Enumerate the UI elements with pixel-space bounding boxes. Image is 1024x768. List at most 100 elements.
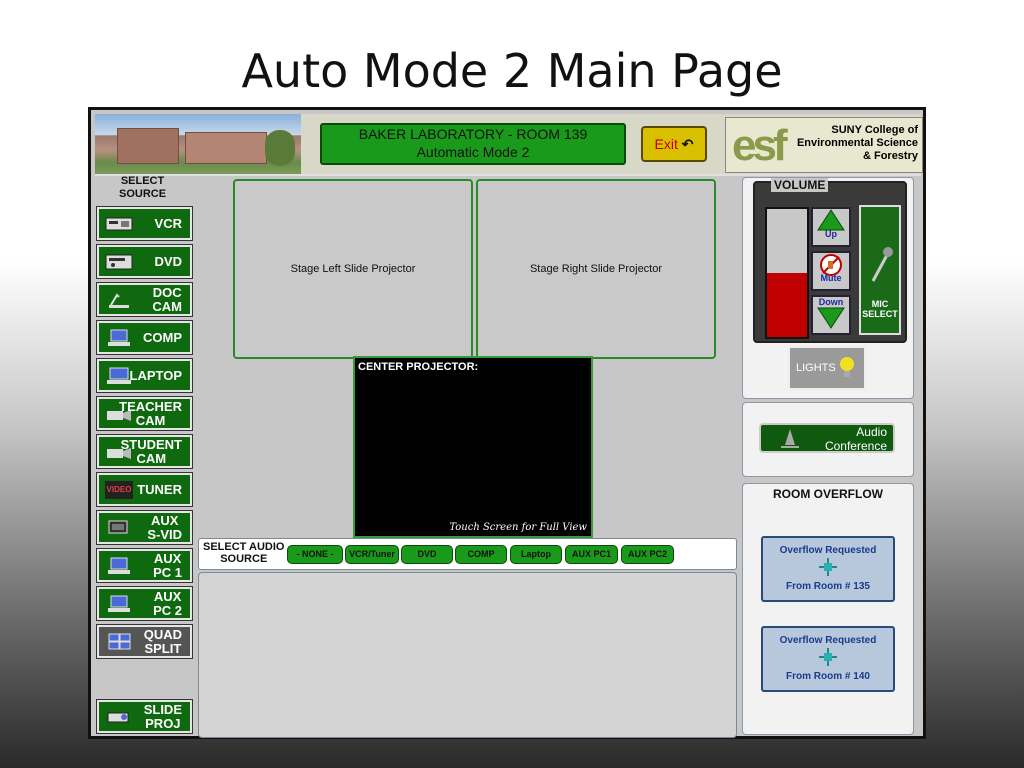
audio-button-aux-pc2[interactable]: AUX PC2 [621,545,674,564]
logo-mark: esf [732,121,788,170]
stage-right-projector[interactable]: Stage Right Slide Projector [476,179,716,359]
overflow-from-room: From Room # 135 [786,581,870,592]
source-button-doc-cam[interactable]: DOC CAM [96,282,193,317]
overflow-status: Overflow Requested [779,545,877,556]
computer-icon [108,329,130,346]
logo-line-3: & Forestry [862,150,918,162]
slide-proj-label-1: SLIDE [143,701,182,717]
quad-split-label-1: QUAD [143,626,182,642]
center-projector-label: CENTER PROJECTOR: [358,361,479,373]
mute-button[interactable]: Mute [811,251,851,291]
stage-left-label: Stage Left Slide Projector [290,263,416,275]
down-label: Down [818,297,844,307]
audio-button-dvd[interactable]: DVD [401,545,453,564]
overflow-request-140[interactable]: Overflow Requested From Room # 140 [761,626,895,692]
aux-pc2-label-2: PC 2 [153,602,182,618]
student-cam-label-2: CAM [136,450,167,466]
aux-pc1-label-2: PC 1 [153,564,182,580]
volume-level-fill [767,273,807,337]
student-cam-label-1: STUDENT [120,436,182,452]
overflow-request-135[interactable]: Overflow Requested From Room # 135 [761,536,895,602]
vcr-label: VCR [154,215,182,231]
mode-name: Automatic Mode 2 [416,144,530,160]
mic-label-1: MIC [871,299,889,309]
vcr-icon [105,217,133,231]
lights-button[interactable]: LIGHTS [788,346,866,390]
source-button-student-cam[interactable]: STUDENT CAM [96,434,193,469]
aux-pc1-label-1: AUX [153,550,182,566]
aux-pc2-label-1: AUX [153,588,182,604]
source-button-tuner[interactable]: VIDEO TUNER [96,472,193,507]
computer-icon [108,557,130,574]
teacher-cam-label-1: TEACHER [119,398,182,414]
overflow-from-room: From Room # 140 [786,671,870,682]
source-button-dvd[interactable]: DVD [96,244,193,279]
source-button-aux-pc1[interactable]: AUX PC 1 [96,548,193,583]
lights-label: LIGHTS [796,362,836,374]
return-arrow-icon: ↶ [681,136,694,152]
audio-button-aux-pc1[interactable]: AUX PC1 [565,545,618,564]
slide-title: Auto Mode 2 Main Page [241,44,783,98]
aux-svid-label-2: S-VID [147,526,182,542]
audio-button-vcr-tuner[interactable]: VCR/Tuner [345,545,399,564]
teacher-cam-label-2: CAM [135,412,166,428]
exit-button[interactable]: Exit ↶ [641,126,707,162]
room-overflow-title: ROOM OVERFLOW [773,487,883,501]
audio-source-bar: SELECT AUDIO SOURCE - NONE - VCR/Tuner D… [198,538,737,570]
tuner-label: TUNER [137,481,182,497]
network-icon [819,558,837,576]
source-button-comp[interactable]: COMP [96,320,193,355]
audio-conference-button[interactable]: Audio Conference [759,423,895,453]
volume-title: VOLUME [771,178,829,192]
svid-icon [108,520,128,534]
source-button-quad-split[interactable]: QUAD SPLIT [96,624,193,659]
mic-select-button[interactable]: MIC SELECT [859,205,901,335]
source-button-laptop[interactable]: LAPTOP [96,358,193,393]
comp-label: COMP [143,329,182,345]
header-bar: BAKER LABORATORY - ROOM 139 Automatic Mo… [95,114,923,176]
center-projector[interactable]: CENTER PROJECTOR: Touch Screen for Full … [353,356,593,538]
down-arrow-icon [817,307,845,329]
volume-meter [765,207,809,339]
source-button-aux-svid[interactable]: AUX S-VID [96,510,193,545]
audio-button-comp[interactable]: COMP [455,545,507,564]
source-button-aux-pc2[interactable]: AUX PC 2 [96,586,193,621]
content-area [198,572,737,738]
video-icon: VIDEO [105,481,133,499]
volume-down-button[interactable]: Down [811,295,851,335]
room-title: BAKER LABORATORY - ROOM 139 Automatic Mo… [320,123,626,165]
overflow-status: Overflow Requested [779,635,877,646]
computer-icon [108,595,130,612]
select-source-label: SELECT SOURCE [119,175,167,200]
network-icon [819,648,837,666]
volume-up-button[interactable]: Up [811,207,851,247]
dvd-icon [105,254,133,270]
light-bulb-icon [839,357,854,378]
volume-frame: Up Mute Down MIC SELECT [753,181,907,343]
audio-button-none[interactable]: - NONE - [287,545,343,564]
logo-line-2: Environmental Science [796,137,918,149]
dvd-label: DVD [154,253,182,269]
source-button-slide-proj[interactable]: SLIDE PROJ [96,699,193,734]
stage-right-label: Stage Right Slide Projector [529,263,663,275]
quad-split-icon [108,633,131,650]
full-view-hint: Touch Screen for Full View [449,522,587,533]
doc-cam-icon [109,293,129,308]
control-panel: BAKER LABORATORY - ROOM 139 Automatic Mo… [88,107,926,739]
source-button-teacher-cam[interactable]: TEACHER CAM [96,396,193,431]
doc-cam-label-2: CAM [152,298,182,314]
audio-conference-panel: Audio Conference [742,402,914,477]
source-button-vcr[interactable]: VCR [96,206,193,241]
conference-phone-icon [781,429,799,448]
building-photo [95,114,301,174]
audio-button-laptop[interactable]: Laptop [510,545,562,564]
stage-left-projector[interactable]: Stage Left Slide Projector [233,179,473,359]
up-arrow-icon [817,209,845,231]
slide-projector-icon [107,712,129,723]
mic-label-2: SELECT [862,309,898,319]
volume-panel: Up Mute Down MIC SELECT VOLUME LIGHTS [742,177,914,399]
doc-cam-label-1: DOC [152,284,182,300]
room-name: BAKER LABORATORY - ROOM 139 [358,126,588,142]
esf-logo: esf SUNY College of Environmental Scienc… [725,117,923,173]
quad-split-label-2: SPLIT [144,640,182,656]
